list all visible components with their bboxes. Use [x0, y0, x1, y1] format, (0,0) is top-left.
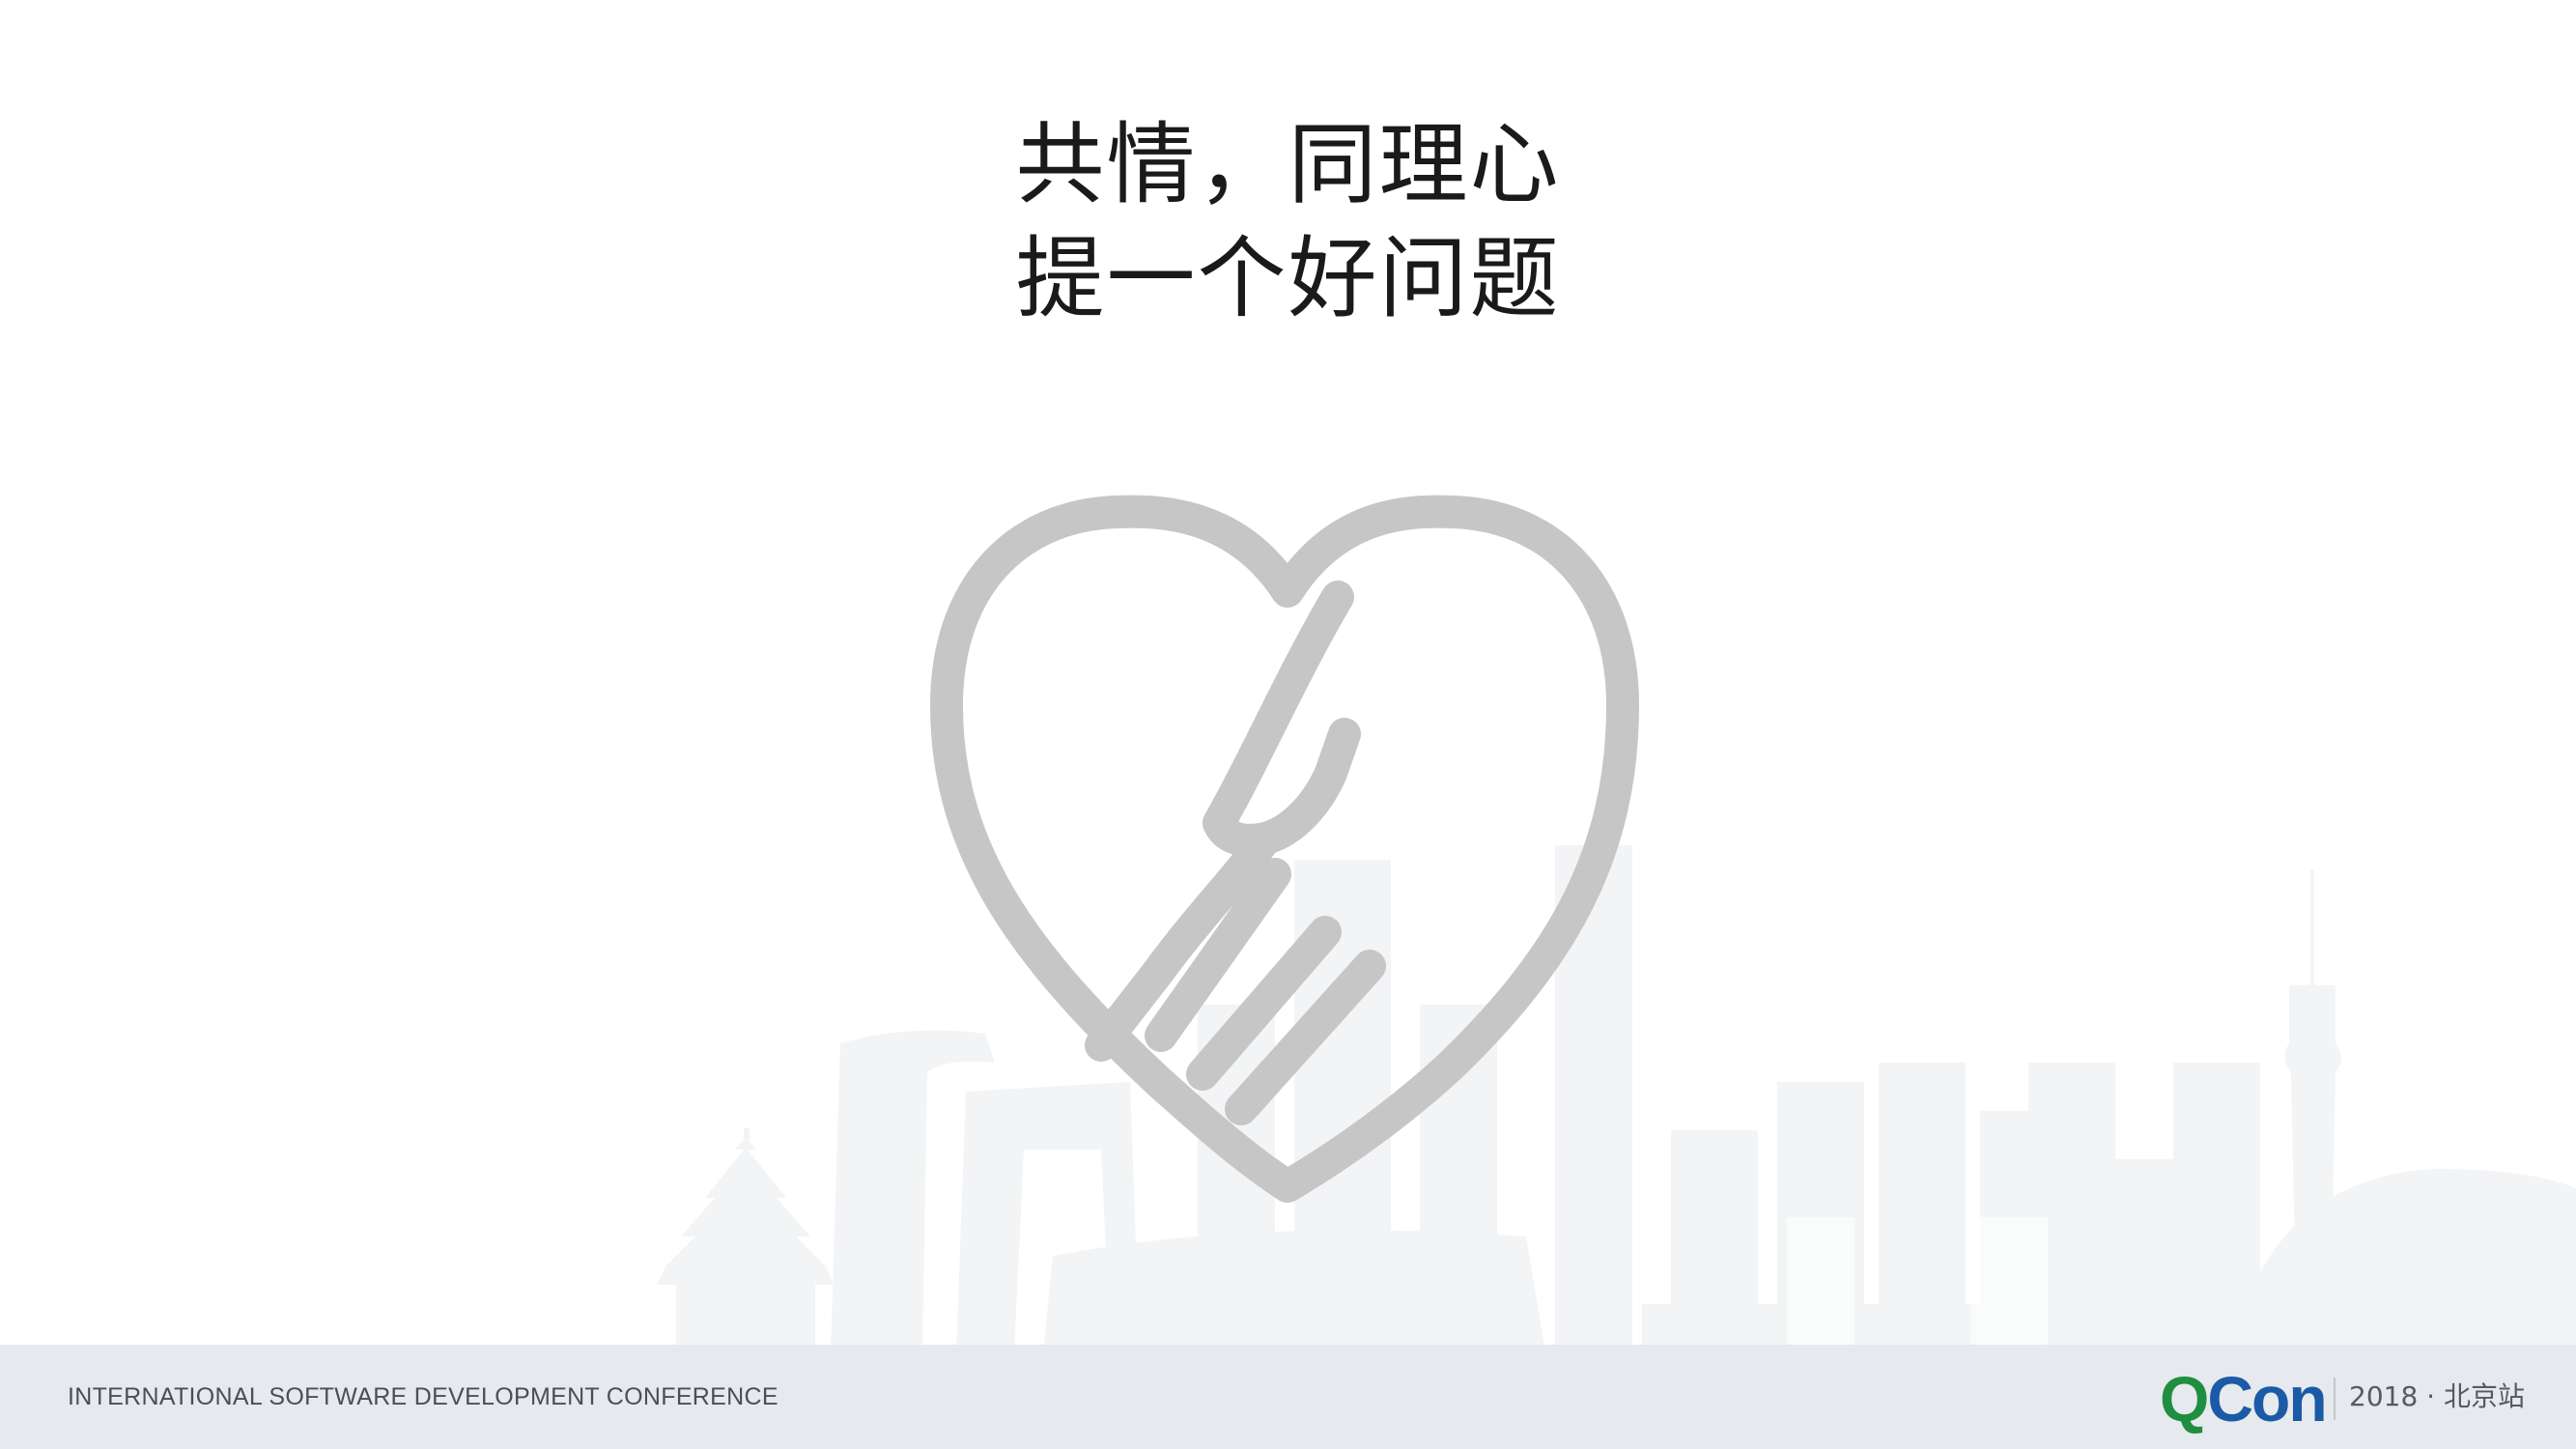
logo-con-letters: Con — [2207, 1363, 2327, 1435]
title-line-1: 共情，同理心 — [1015, 113, 1561, 216]
logo-divider — [2334, 1378, 2335, 1420]
conference-name: INTERNATIONAL SOFTWARE DEVELOPMENT CONFE… — [68, 1383, 778, 1410]
logo-q-letter: Q — [2160, 1363, 2209, 1435]
title-line-2: 提一个好问题 — [1015, 227, 1561, 330]
footer-bar: INTERNATIONAL SOFTWARE DEVELOPMENT CONFE… — [0, 1345, 2576, 1449]
slide: 共情，同理心 提一个好问题 INTERNATIONAL SOFTWARE DEV… — [0, 0, 2576, 1449]
qcon-logo: QCon 2018 · 北京站 — [2160, 1362, 2546, 1435]
logo-wordmark: QCon — [2160, 1362, 2328, 1435]
heart-handshake-icon — [930, 495, 1639, 1203]
logo-edition: 2018 · 北京站 — [2349, 1380, 2525, 1412]
slide-title: 共情，同理心 提一个好问题 — [0, 108, 2576, 336]
